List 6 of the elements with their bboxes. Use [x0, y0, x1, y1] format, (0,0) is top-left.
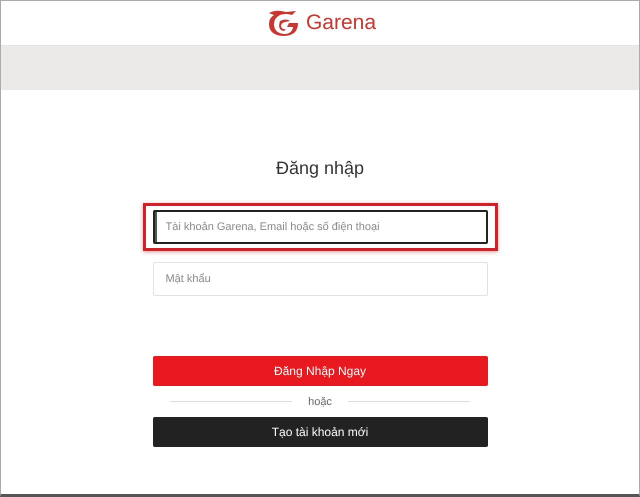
- register-button[interactable]: Tạo tài khoản mới: [152, 417, 488, 447]
- brand-name: Garena: [306, 11, 376, 35]
- or-text: hoặc: [308, 396, 332, 408]
- input-field[interactable]: Tài khoản Garena, Email hoặc số điện thoại: [152, 210, 488, 244]
- login-button[interactable]: Đăng Nhập Ngay: [152, 356, 488, 386]
- login-title: Đăng nhập: [276, 158, 364, 180]
